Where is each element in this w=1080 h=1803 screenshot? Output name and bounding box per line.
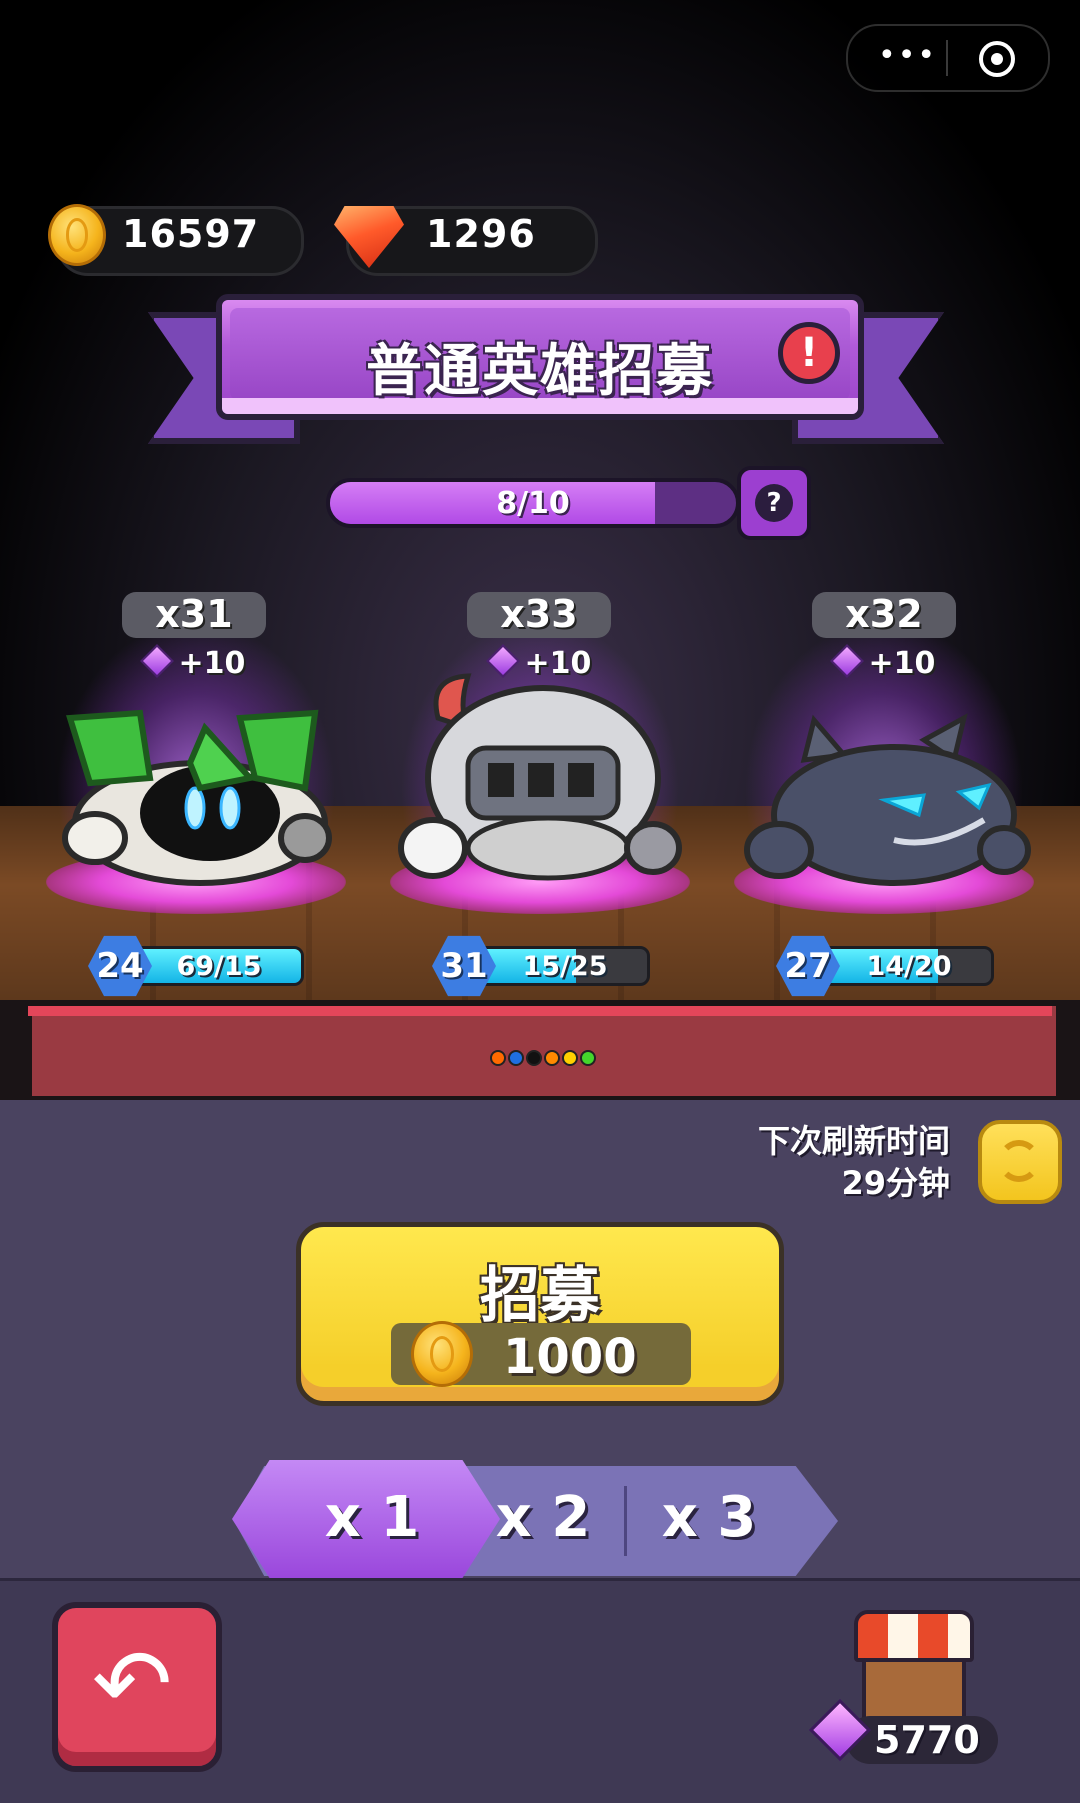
pager-dot (490, 1050, 506, 1066)
hero-count: x31 (122, 592, 266, 638)
back-arrow-icon: ↶ (92, 1628, 173, 1740)
banner-title: 普通英雄招募 (366, 339, 714, 404)
mini-program-capsule: ••• (846, 24, 1050, 92)
progress-text: 8/10 (496, 486, 570, 521)
recruit-progress-bar: 8/10 (326, 478, 740, 528)
knight-hero-sprite (398, 673, 682, 881)
page-strip (28, 1006, 1060, 1096)
shop-stall-icon (862, 1658, 966, 1722)
back-button[interactable]: ↶ (52, 1602, 222, 1772)
exclamation-icon[interactable]: ! (778, 322, 840, 384)
recruit-label: 招募 (480, 1261, 600, 1331)
multiplier-x2[interactable]: x 2 (468, 1464, 618, 1574)
shark-hero-sprite (744, 713, 1031, 886)
more-options-icon[interactable]: ••• (878, 41, 937, 71)
hero-card-3[interactable] (734, 700, 1034, 890)
recruit-cost-value: 1000 (503, 1329, 637, 1385)
gem-bonus: +10 (810, 644, 960, 686)
gem-bonus: +10 (466, 644, 616, 686)
strip-highlight (28, 1006, 1052, 1016)
purple-gem-icon (829, 644, 864, 678)
recruit-banner: 普通英雄招募 (216, 294, 864, 420)
pager-dot (526, 1050, 542, 1066)
leaf-hero-sprite (62, 709, 332, 886)
coin-icon (48, 204, 106, 266)
purple-gem-icon (485, 644, 520, 678)
refresh-icon (998, 1140, 1040, 1182)
hero-count: x32 (812, 592, 956, 638)
multiplier-divider (624, 1486, 627, 1556)
multiplier-x3[interactable]: x 3 (634, 1464, 784, 1574)
pager-dot (562, 1050, 578, 1066)
gem-bonus-value: +10 (868, 646, 936, 681)
gem-bonus: +10 (120, 644, 270, 686)
refresh-button[interactable] (978, 1120, 1062, 1204)
shop-awning-icon (854, 1610, 974, 1662)
coin-amount: 16597 (122, 212, 260, 256)
gem-amount: 1296 (426, 212, 536, 256)
shop-gem-amount: 5770 (874, 1718, 980, 1762)
help-button[interactable]: ? (737, 466, 811, 540)
hero-count: x33 (467, 592, 611, 638)
pager-dot (508, 1050, 524, 1066)
pager-dot (544, 1050, 560, 1066)
pager-dot (580, 1050, 596, 1066)
purple-gem-icon (139, 644, 174, 678)
refresh-timer: 下次刷新时间 29分钟 (660, 1120, 950, 1204)
refresh-label: 下次刷新时间 (757, 1122, 950, 1160)
recruit-button[interactable]: 招募 1000 (296, 1222, 784, 1406)
close-target-icon[interactable] (979, 41, 1015, 77)
refresh-time: 29分钟 (841, 1164, 950, 1202)
question-icon: ? (755, 484, 793, 522)
capsule-divider (946, 40, 948, 76)
hero-card-2[interactable] (388, 668, 688, 888)
recruit-cost: 1000 (391, 1321, 691, 1387)
gem-bonus-value: +10 (524, 646, 592, 681)
shop-button[interactable] (846, 1602, 982, 1728)
multiplier-x1[interactable]: x 1 (262, 1464, 482, 1574)
hero-card-1[interactable] (50, 708, 340, 888)
gem-bonus-value: +10 (178, 646, 246, 681)
coin-icon (411, 1321, 473, 1387)
